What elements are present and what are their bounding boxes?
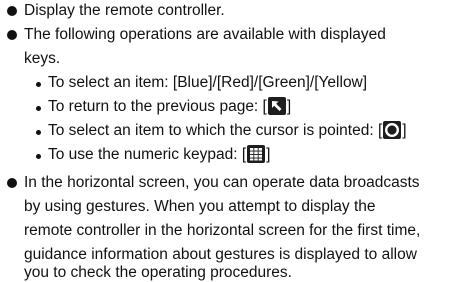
list-item-text: In the horizontal screen, you can operat… — [24, 174, 420, 191]
bullet-dot — [7, 30, 17, 40]
sub-item-line: To use the numeric keypad: [ ] — [48, 145, 270, 164]
sub-bullet-dot — [36, 82, 41, 87]
paragraph-line: you to check the operating procedures. — [24, 264, 292, 281]
sub-item-text: ] — [286, 98, 292, 115]
paragraph-line: guidance information about gestures is d… — [24, 246, 417, 263]
bullet-dot — [7, 178, 17, 188]
sub-item-text: ] — [266, 146, 271, 163]
list-item-text: The following operations are available w… — [24, 26, 386, 43]
paragraph-line: by using gestures. When you attempt to d… — [24, 198, 376, 215]
sub-item-line: To select an item to which the cursor is… — [48, 121, 407, 140]
sub-item-text: To use the numeric keypad: [ — [48, 146, 247, 163]
sub-bullet-dot — [36, 130, 41, 135]
sub-bullet-dot — [36, 154, 41, 159]
bullet-dot — [7, 6, 17, 16]
numeric-keypad-icon — [247, 145, 266, 163]
sub-item-text: To return to the previous page: [ — [48, 98, 267, 115]
list-item-text: keys. — [24, 50, 61, 67]
sub-item-line: To return to the previous page: [] — [48, 97, 291, 116]
sub-item-text: To select an item to which the cursor is… — [48, 122, 383, 139]
sub-item-text: To select an item: [Blue]/[Red]/[Green]/… — [48, 74, 368, 91]
sub-bullet-dot — [36, 106, 41, 111]
list-item-text: Display the remote controller. — [24, 2, 225, 19]
ok-circle-icon — [383, 121, 402, 139]
paragraph-line: remote controller in the horizontal scre… — [24, 222, 421, 239]
sub-item-text: ] — [402, 122, 407, 139]
back-arrow-icon — [267, 97, 286, 115]
